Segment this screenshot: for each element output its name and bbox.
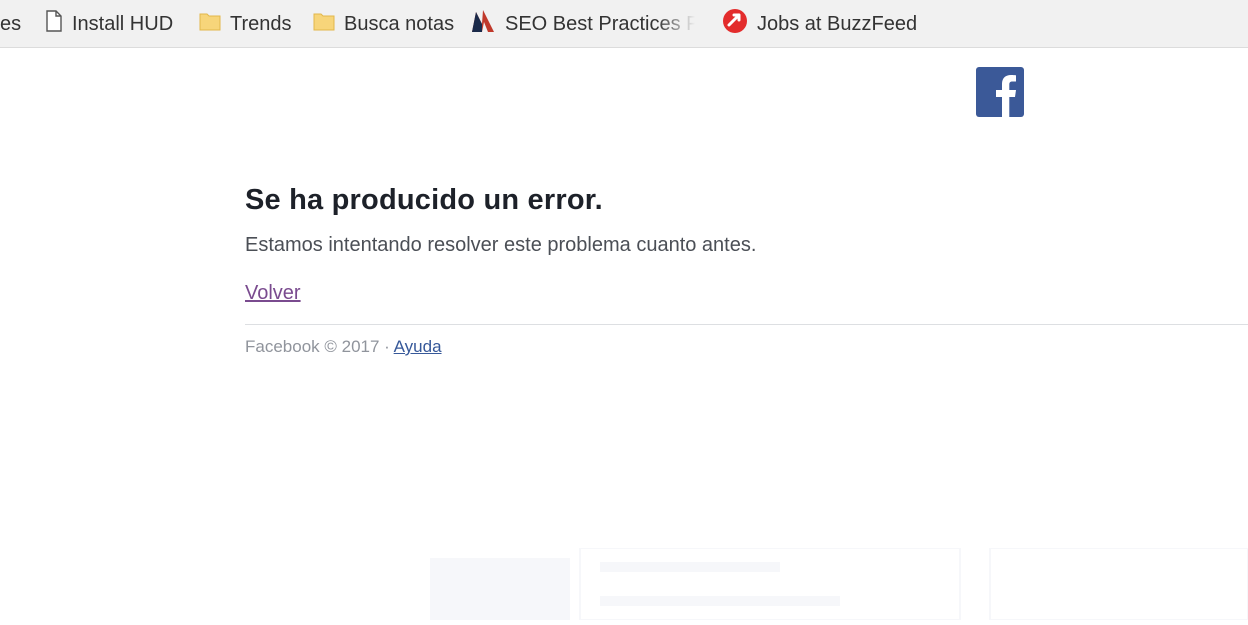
bookmark-install-hud[interactable]: Install HUD (45, 0, 173, 48)
divider (245, 324, 1248, 325)
bookmark-folder-trends[interactable]: Trends (199, 0, 292, 48)
bookmarks-bar: es Install HUD Trends Busca notas SEO Be… (0, 0, 1248, 48)
page-icon (45, 10, 63, 38)
bookmark-label: Trends (230, 12, 292, 35)
page-title: Se ha producido un error. (245, 184, 603, 216)
footer: Facebook © 2017 · Ayuda (245, 335, 1248, 359)
background-ghost-decoration (430, 547, 1248, 621)
folder-icon (199, 11, 221, 37)
error-message: Estamos intentando resolver este problem… (245, 234, 757, 256)
help-link[interactable]: Ayuda (394, 337, 442, 356)
bookmark-seo-best-practices[interactable]: SEO Best Practices Fo (470, 0, 695, 48)
bookmark-label: Install HUD (72, 12, 174, 35)
n-logo-icon (470, 8, 496, 40)
bookmark-item-cut-off[interactable]: es (0, 0, 21, 48)
bookmark-label: Jobs at BuzzFeed (757, 12, 918, 35)
bookmark-label: Busca notas (344, 12, 455, 35)
facebook-logo-icon[interactable] (976, 67, 1024, 117)
bookmark-folder-busca-notas[interactable]: Busca notas (313, 0, 454, 48)
error-panel: Se ha producido un error. Estamos intent… (245, 176, 1248, 359)
bookmark-label: es (0, 12, 22, 35)
folder-icon (313, 11, 335, 37)
bookmark-label: SEO Best Practices Fo (505, 12, 695, 35)
bookmark-jobs-at-buzzfeed[interactable]: Jobs at BuzzFeed (722, 0, 917, 48)
back-link[interactable]: Volver (245, 280, 301, 306)
copyright-text: Facebook © 2017 · (245, 337, 394, 356)
buzzfeed-icon (722, 8, 748, 40)
